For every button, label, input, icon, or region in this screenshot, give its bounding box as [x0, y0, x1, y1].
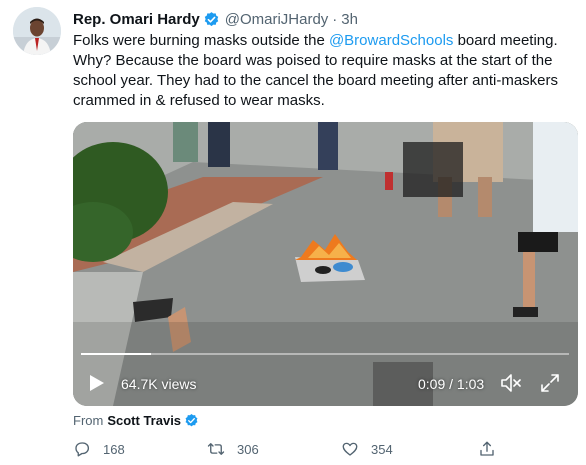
- tweet-text: Folks were burning masks outside the @Br…: [73, 31, 578, 111]
- retweet-icon: [207, 443, 225, 455]
- tweet: Rep. Omari Hardy @OmariJHardy · 3h Folks…: [0, 0, 586, 465]
- fullscreen-icon[interactable]: [540, 373, 560, 393]
- author-display-name[interactable]: Rep. Omari Hardy: [73, 11, 200, 28]
- video-player[interactable]: 64.7K views 0:09 / 1:03: [73, 122, 578, 406]
- retweet-count: 306: [237, 441, 259, 457]
- video-progress-bar[interactable]: [81, 353, 569, 355]
- media-source-prefix: From: [73, 412, 104, 428]
- video-frame: [73, 122, 578, 406]
- separator-dot: ·: [332, 10, 338, 28]
- tweet-text-part1: Folks were burning masks outside the: [73, 32, 329, 49]
- media-source-name[interactable]: Scott Travis: [107, 413, 181, 428]
- retweet-button[interactable]: 306: [207, 437, 259, 461]
- reply-count: 168: [103, 441, 125, 457]
- reply-icon: [75, 442, 90, 457]
- share-button[interactable]: [478, 437, 508, 461]
- video-progress-fill: [81, 353, 151, 355]
- mention-link[interactable]: @BrowardSchools: [329, 32, 453, 49]
- like-count: 354: [371, 441, 393, 457]
- verified-badge-icon: [203, 11, 220, 28]
- author-handle[interactable]: @OmariJHardy: [225, 11, 329, 28]
- muted-speaker-icon[interactable]: [500, 373, 522, 393]
- tweet-actions: 168 306 354: [73, 437, 578, 461]
- verified-badge-icon: [184, 413, 199, 428]
- video-time-display: 0:09 / 1:03: [418, 376, 485, 392]
- avatar[interactable]: [13, 7, 61, 55]
- reply-button[interactable]: 168: [73, 437, 125, 461]
- share-icon: [480, 441, 494, 456]
- media-source: From Scott Travis: [73, 411, 199, 429]
- heart-icon: [342, 442, 358, 456]
- play-icon[interactable]: [89, 374, 105, 392]
- like-button[interactable]: 354: [341, 437, 393, 461]
- video-view-count: 64.7K views: [121, 376, 197, 392]
- tweet-timestamp[interactable]: 3h: [341, 11, 358, 28]
- tweet-header: Rep. Omari Hardy @OmariJHardy · 3h: [73, 9, 358, 29]
